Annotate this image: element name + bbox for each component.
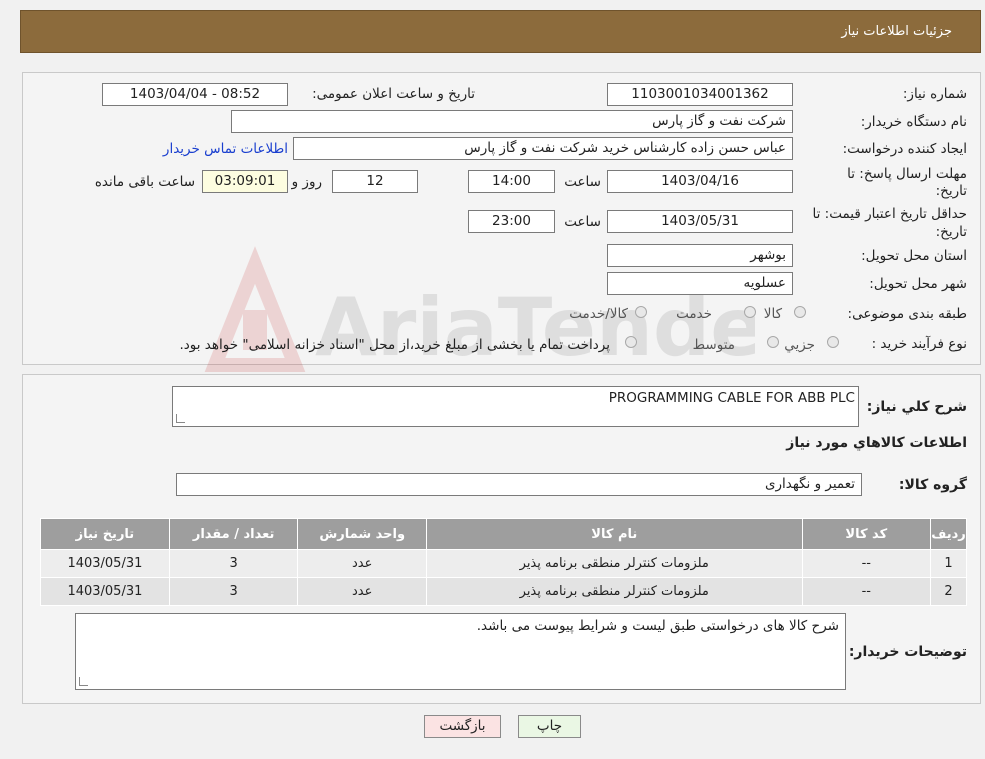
col-header-quantity: تعداد / مقدار (168, 518, 299, 550)
category-label: طبقه بندی موضوعی: (847, 306, 967, 322)
goods-info-title: اطلاعات کالاهاي مورد نیاز (786, 435, 967, 451)
process-type-label: نوع فرآیند خرید : (871, 336, 967, 352)
col-header-row-number: ردیف (930, 518, 967, 550)
col-header-unit: واحد شمارش (297, 518, 428, 550)
announce-datetime-field: 1403/04/04 - 08:52 (102, 83, 288, 106)
validity-date-field: 1403/05/31 (607, 210, 793, 233)
cell-goods-code: -- (801, 577, 932, 606)
cell-quantity: 3 (168, 549, 299, 578)
buyer-notes-label: توضیحات خریدار: (848, 644, 967, 660)
goods-group-label: گروه کالا: (898, 477, 967, 493)
cell-row-number: 1 (930, 549, 967, 578)
cell-goods-name: ملزومات کنترلر منطقی برنامه پذیر (426, 577, 803, 606)
goods-group-field: تعمیر و نگهداری (176, 473, 862, 496)
treasury-payment-checkbox[interactable] (625, 336, 637, 348)
deadline-date-field: 1403/04/16 (607, 170, 793, 193)
col-header-goods-name: نام کالا (426, 518, 803, 550)
need-number-field: 1103001034001362 (607, 83, 793, 106)
days-field: 12 (332, 170, 418, 193)
buyer-contact-link[interactable]: اطلاعات تماس خریدار (163, 141, 288, 157)
cell-row-number: 2 (930, 577, 967, 606)
category-goods-radio[interactable] (794, 306, 806, 318)
cell-unit: عدد (297, 549, 428, 578)
days-label: روز و (291, 174, 322, 190)
col-header-need-date: تاریخ نیاز (40, 518, 170, 550)
buyer-org-label: نام دستگاه خریدار: (860, 114, 967, 130)
remaining-label: ساعت باقی مانده (94, 174, 195, 190)
category-goods-label: کالا (763, 306, 782, 322)
validity-time-field: 23:00 (468, 210, 555, 233)
cell-goods-code: -- (801, 549, 932, 578)
announce-label: تاریخ و ساعت اعلان عمومی: (312, 86, 475, 102)
process-medium-label: متوسط (692, 337, 735, 353)
back-button[interactable]: بازگشت (424, 715, 501, 738)
cell-goods-name: ملزومات کنترلر منطقی برنامه پذیر (426, 549, 803, 578)
remaining-time-field: 03:09:01 (202, 170, 288, 193)
table-header-row: ردیف کد کالا نام کالا واحد شمارش تعداد /… (40, 518, 967, 550)
summary-text: PROGRAMMING CABLE FOR ABB PLC (608, 390, 855, 406)
col-header-goods-code: کد کالا (801, 518, 932, 550)
summary-textarea[interactable]: PROGRAMMING CABLE FOR ABB PLC (172, 386, 859, 427)
validity-label: حداقل تاریخ اعتبار قیمت: تا (812, 206, 967, 222)
category-service-radio[interactable] (744, 306, 756, 318)
cell-need-date: 1403/05/31 (40, 577, 170, 606)
cell-need-date: 1403/05/31 (40, 549, 170, 578)
table-row: 1 -- ملزومات کنترلر منطقی برنامه پذیر عد… (40, 549, 967, 578)
category-service-label: خدمت (676, 306, 712, 322)
process-medium-radio[interactable] (767, 336, 779, 348)
resize-handle-icon[interactable] (176, 414, 185, 423)
buyer-org-field: شرکت نفت و گاز پارس (231, 110, 793, 133)
goods-table: ردیف کد کالا نام کالا واحد شمارش تعداد /… (40, 518, 967, 606)
category-both-radio[interactable] (635, 306, 647, 318)
need-number-label: شماره نیاز: (902, 86, 967, 102)
process-minor-radio[interactable] (827, 336, 839, 348)
print-button[interactable]: چاپ (518, 715, 581, 738)
validity-label-date: تاریخ: (935, 224, 967, 240)
city-field: عسلویه (607, 272, 793, 295)
process-minor-label: جزیي (784, 337, 815, 353)
buyer-notes-text: شرح کالا های درخواستی طبق لیست و شرایط پ… (476, 618, 839, 634)
creator-field: عباس حسن زاده کارشناس خرید شرکت نفت و گا… (293, 137, 793, 160)
deadline-time-field: 14:00 (468, 170, 555, 193)
page-title: جزئیات اطلاعات نیاز (841, 24, 952, 39)
category-both-label: کالا/خدمت (569, 306, 628, 322)
resize-handle-icon[interactable] (79, 677, 88, 686)
cell-quantity: 3 (168, 577, 299, 606)
deadline-time-label: ساعت (564, 174, 601, 190)
deadline-label: مهلت ارسال پاسخ: تا (847, 166, 967, 182)
creator-label: ایجاد کننده درخواست: (842, 141, 967, 157)
deadline-label-date: تاریخ: (935, 183, 967, 199)
process-note: پرداخت تمام یا بخشی از مبلغ خرید،از محل … (179, 337, 610, 353)
province-label: استان محل تحویل: (861, 248, 967, 264)
cell-unit: عدد (297, 577, 428, 606)
city-label: شهر محل تحویل: (869, 276, 967, 292)
validity-time-label: ساعت (564, 214, 601, 230)
table-row: 2 -- ملزومات کنترلر منطقی برنامه پذیر عد… (40, 577, 967, 606)
summary-label: شرح کلي نیاز: (866, 399, 967, 415)
page-header: جزئیات اطلاعات نیاز (20, 10, 981, 53)
province-field: بوشهر (607, 244, 793, 267)
buyer-notes-textarea[interactable]: شرح کالا های درخواستی طبق لیست و شرایط پ… (75, 613, 846, 690)
